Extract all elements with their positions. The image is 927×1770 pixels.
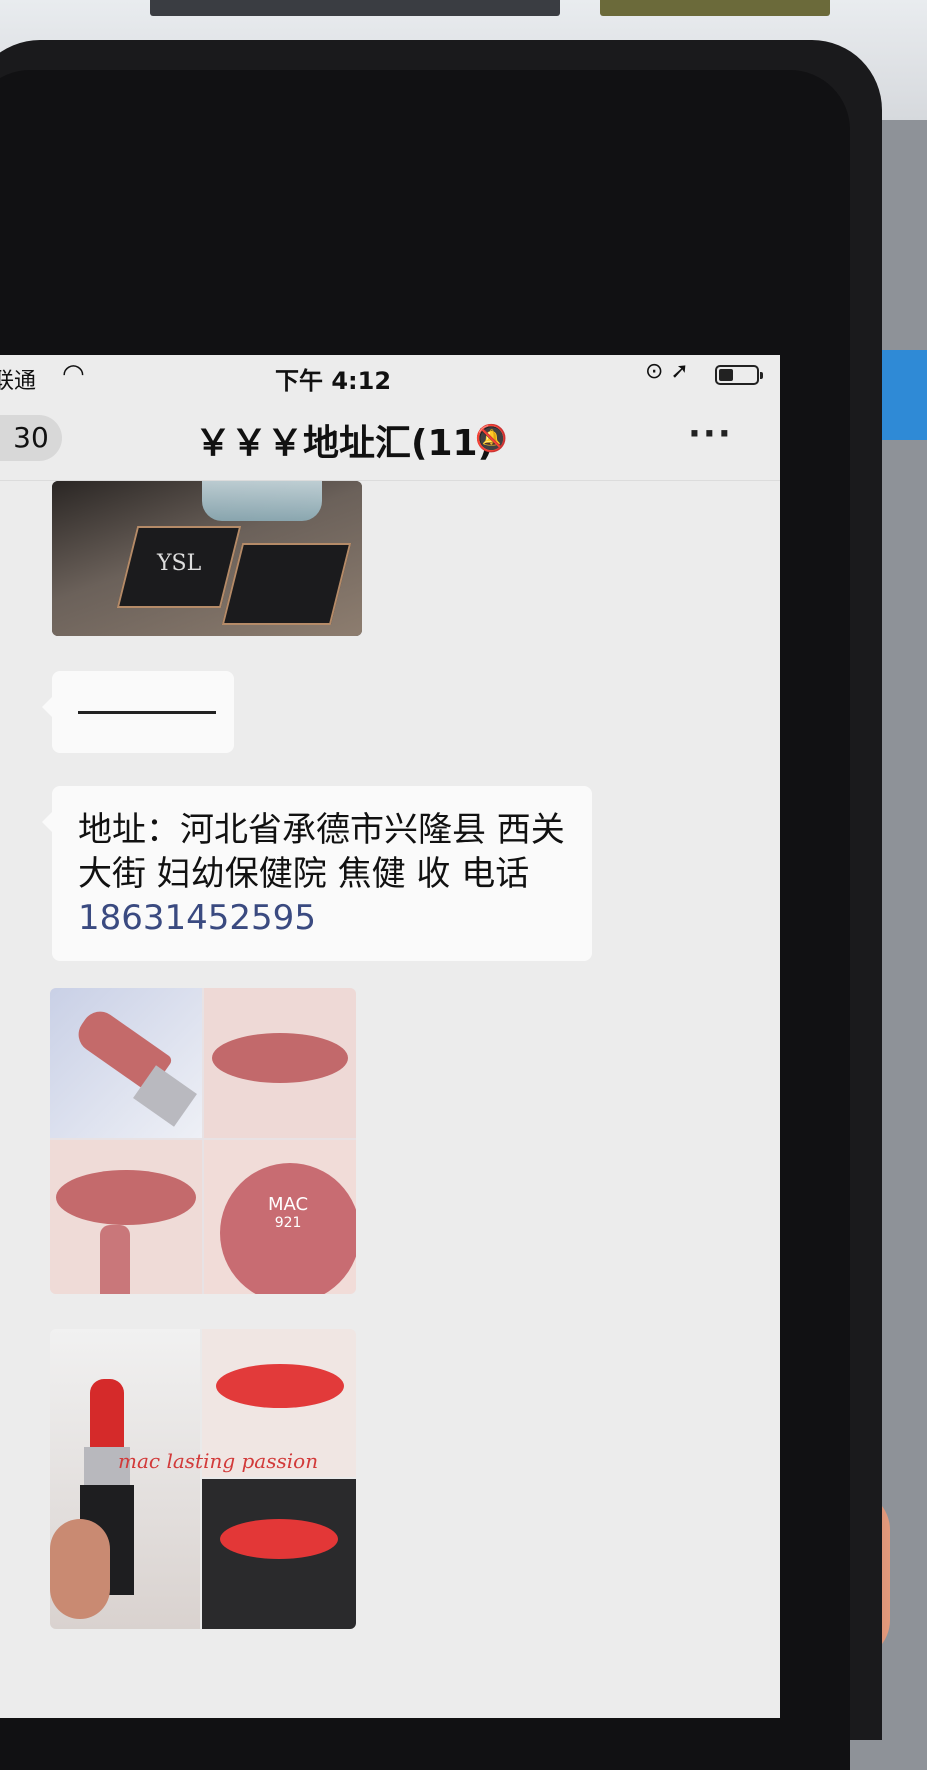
phone-screen: 国联通 ◠ 下午 4:12 ⊙ ➚ 30 ￥￥￥地址汇(11) 🔕 ···: [0, 355, 780, 1718]
chat-title: ￥￥￥地址汇(11): [195, 423, 495, 464]
lips-photo: [202, 1479, 356, 1629]
message-bubble-address[interactable]: 地址：河北省承德市兴隆县 西关大街 妇幼保健院 焦健 收 电话 18631452…: [42, 786, 592, 961]
lips-photo: [204, 988, 356, 1138]
battery-icon: [715, 365, 763, 385]
ysl-logo: YSL: [157, 551, 202, 576]
message-image-ysl[interactable]: YSL: [52, 481, 362, 636]
carrier-label: 国联通: [0, 369, 37, 394]
phone-bezel: 国联通 ◠ 下午 4:12 ⊙ ➚ 30 ￥￥￥地址汇(11) 🔕 ···: [0, 70, 850, 1770]
message-bubble-dash[interactable]: [42, 671, 234, 753]
more-options-button[interactable]: ···: [688, 414, 733, 454]
message-image-mac-passion[interactable]: mac lasting passion: [50, 1329, 356, 1629]
mac-brand: MAC: [268, 1194, 309, 1215]
mac-label: MAC 921: [268, 1196, 308, 1232]
status-icons: ⊙ ➚: [645, 359, 689, 384]
unread-count: 30: [13, 421, 49, 454]
mute-bell-icon: 🔕: [475, 424, 508, 454]
monitor-image-strip: [150, 0, 560, 16]
phone-number-link[interactable]: 18631452595: [78, 898, 316, 938]
wifi-icon: ◠: [62, 359, 85, 389]
dash-text: [78, 711, 216, 714]
back-button[interactable]: 30: [0, 415, 62, 461]
address-body: 地址：河北省承德市兴隆县 西关大街 妇幼保健院 焦健 收 电话: [78, 810, 565, 894]
message-image-mac-921[interactable]: MAC 921: [50, 988, 356, 1294]
status-bar: 国联通 ◠ 下午 4:12 ⊙ ➚: [0, 355, 780, 400]
address-text: 地址：河北省承德市兴隆县 西关大街 妇幼保健院 焦健 收 电话 18631452…: [78, 808, 598, 940]
mac-passion-caption: mac lasting passion: [118, 1449, 319, 1473]
lipstick-bullet-photo: [50, 988, 202, 1138]
status-time: 下午 4:12: [275, 367, 392, 395]
phone-frame: 国联通 ◠ 下午 4:12 ⊙ ➚ 30 ￥￥￥地址汇(11) 🔕 ···: [0, 40, 882, 1770]
mac-shade: 921: [274, 1215, 302, 1231]
chat-message-list[interactable]: YSL 地址：河北省承德市兴隆县 西关大街 妇幼保健院 焦健 收 电话 1863…: [0, 481, 780, 1718]
lipstick-photo: [50, 1329, 200, 1629]
monitor-image-strip: [600, 0, 830, 16]
lips-photo: [50, 1140, 202, 1294]
chat-nav-bar: 30 ￥￥￥地址汇(11) 🔕 ···: [0, 400, 780, 481]
